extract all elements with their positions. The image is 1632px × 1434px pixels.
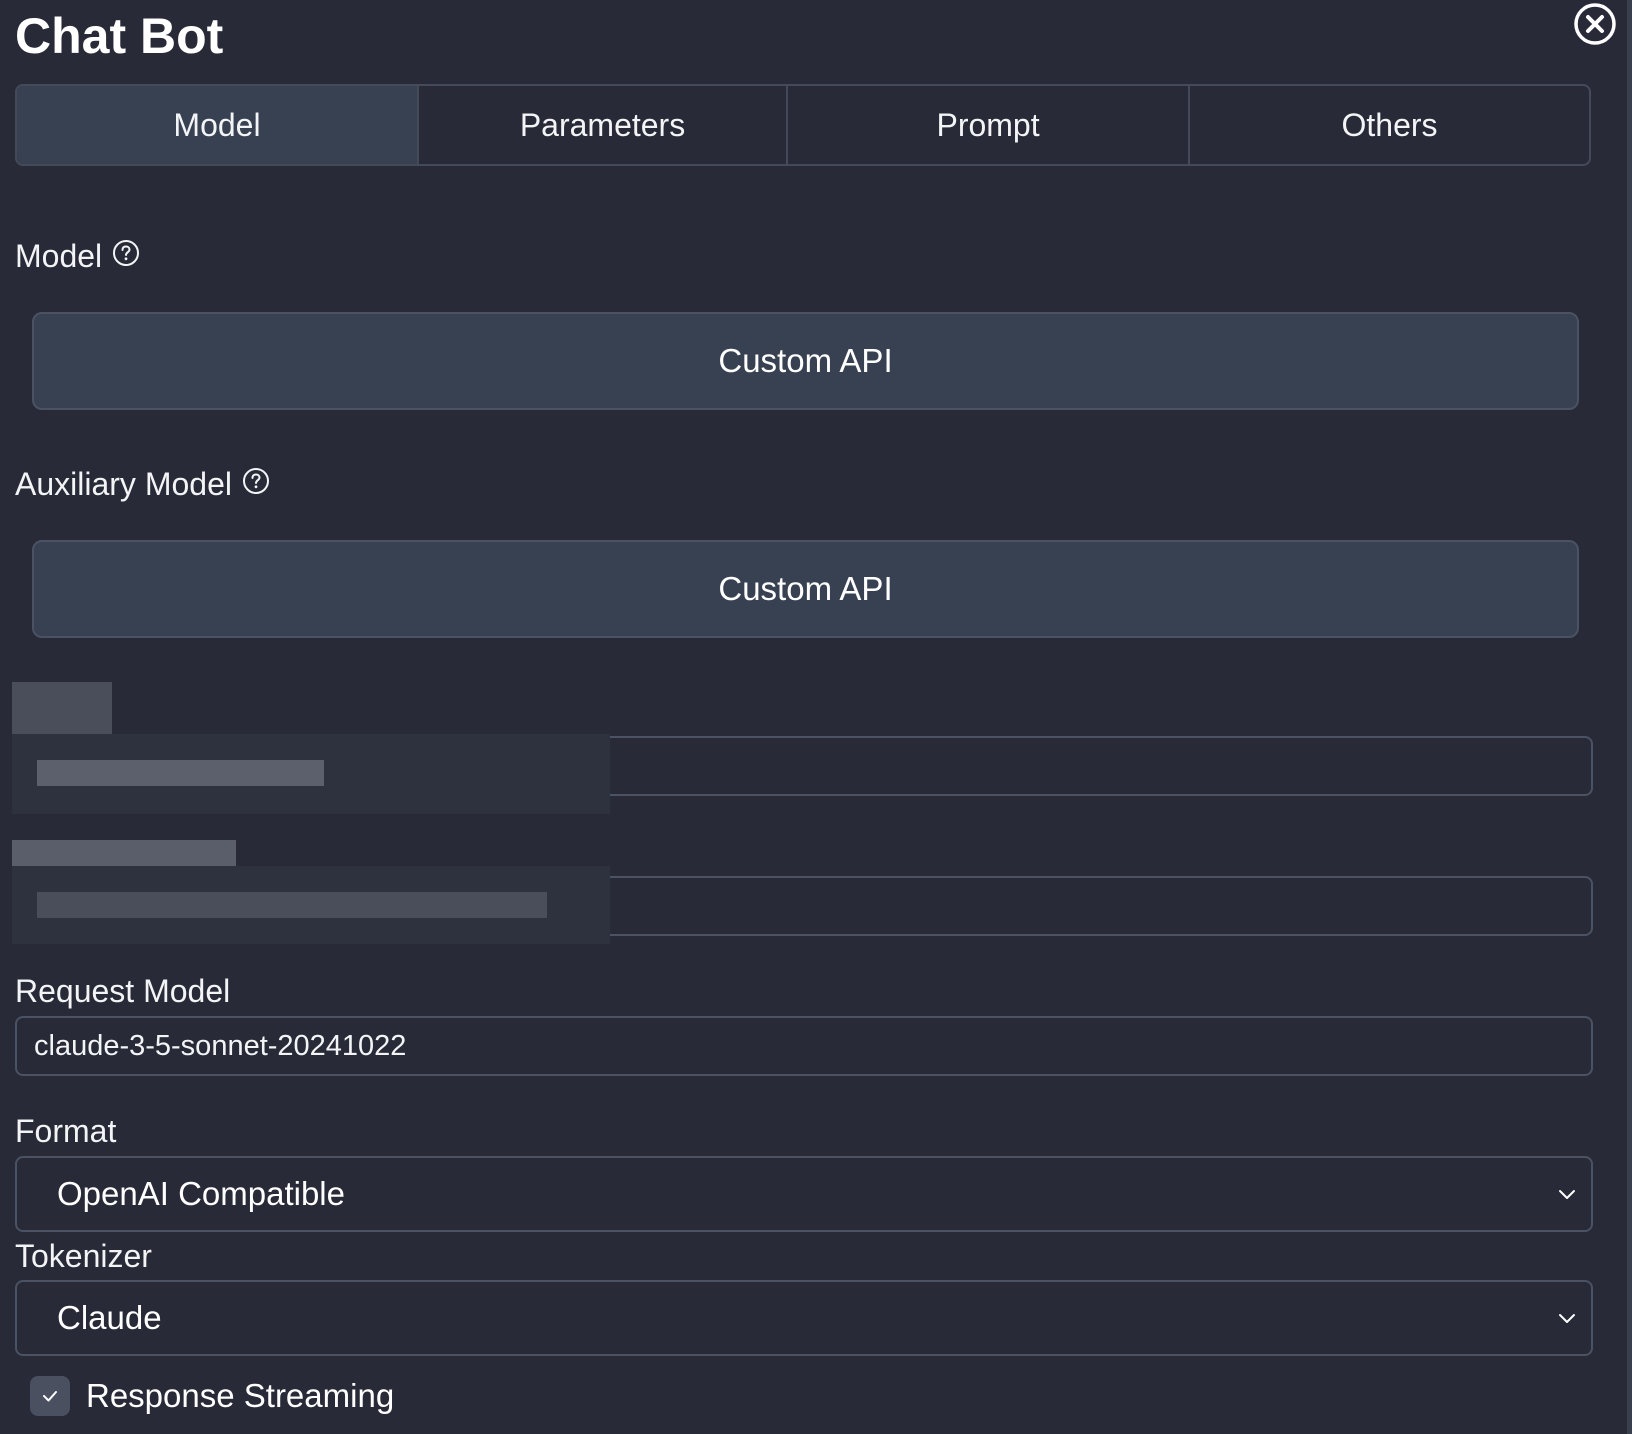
scrollbar[interactable] [1627,0,1632,1434]
tab-bar: Model Parameters Prompt Others [15,84,1591,166]
format-selected-value: OpenAI Compatible [57,1175,345,1212]
close-icon[interactable] [1573,2,1617,46]
response-streaming-checkbox[interactable] [30,1376,70,1416]
format-select[interactable]: OpenAI Compatible [15,1156,1593,1232]
redacted-area-2 [12,840,610,944]
tab-prompt[interactable]: Prompt [788,86,1191,164]
tokenizer-label: Tokenizer [15,1238,152,1274]
response-streaming-row: Response Streaming [30,1376,394,1416]
response-streaming-label: Response Streaming [86,1377,395,1414]
check-icon [43,1391,57,1402]
help-icon[interactable] [242,467,270,495]
model-label: Model [15,238,103,274]
page-title: Chat Bot [15,8,224,64]
model-select-button[interactable]: Custom API [32,312,1579,410]
request-model-input[interactable]: claude-3-5-sonnet-20241022 [15,1016,1593,1076]
auxiliary-model-label: Auxiliary Model [15,466,232,502]
help-icon[interactable] [112,239,140,267]
redacted-area-1 [12,682,610,814]
format-label: Format [15,1113,117,1149]
chevron-down-icon [1559,1314,1575,1323]
tab-model[interactable]: Model [17,86,419,164]
auxiliary-model-label-row: Auxiliary Model [15,464,270,504]
tab-others[interactable]: Others [1190,86,1589,164]
tokenizer-selected-value: Claude [57,1299,162,1336]
model-label-row: Model [15,236,140,276]
chevron-down-icon [1559,1190,1575,1199]
request-model-label: Request Model [15,973,231,1009]
tab-parameters[interactable]: Parameters [419,86,789,164]
auxiliary-model-select-button[interactable]: Custom API [32,540,1579,638]
tokenizer-select[interactable]: Claude [15,1280,1593,1356]
